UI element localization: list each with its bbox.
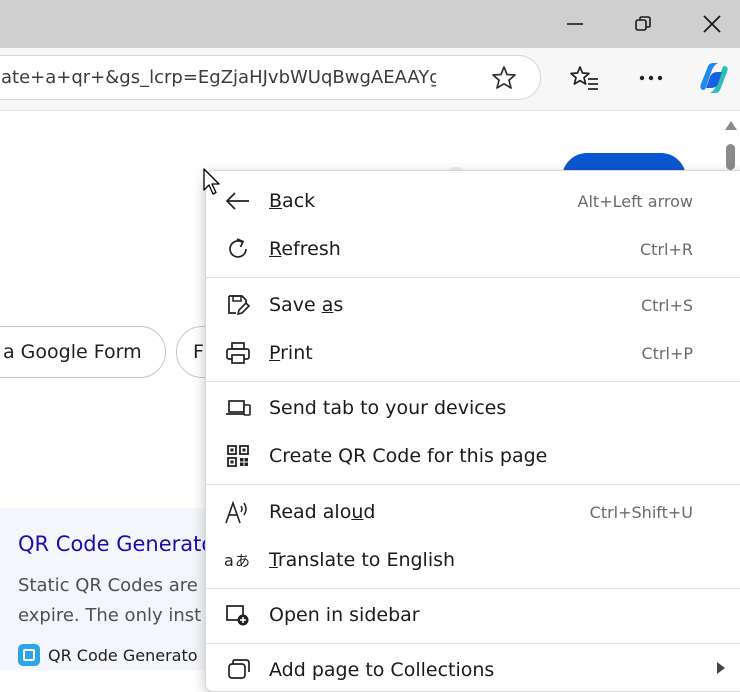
menu-item-translate[interactable]: aあ Translate to English — [206, 538, 740, 582]
result-snippet: Static QR Codes are expire. The only ins… — [18, 571, 218, 631]
menu-item-save-as[interactable]: Save as Ctrl+S — [206, 283, 740, 327]
menu-item-label: Create QR Code for this page — [269, 445, 548, 467]
menu-item-add-to-collections[interactable]: Add page to Collections — [206, 648, 740, 692]
result-snippet-line: Static QR Codes are — [18, 575, 198, 596]
url-text[interactable]: ate+a+qr+&gs_lcrp=EgZjaHJvbWUqBwgAEAAYg.… — [1, 67, 436, 89]
star-icon — [492, 66, 516, 89]
menu-item-label: Open in sidebar — [269, 604, 420, 626]
menu-item-shortcut: Ctrl+R — [640, 240, 693, 259]
result-title-link[interactable]: QR Code Generato — [18, 532, 214, 556]
settings-and-more-button[interactable] — [631, 58, 671, 98]
menu-separator — [206, 381, 740, 382]
copilot-icon — [700, 63, 728, 93]
add-favorite-button[interactable] — [491, 65, 517, 91]
result-site[interactable]: QR Code Generato — [18, 644, 198, 666]
menu-item-send-tab[interactable]: Send tab to your devices — [206, 386, 740, 430]
menu-item-label: Refresh — [269, 238, 341, 260]
back-arrow-icon — [224, 188, 252, 214]
qr-code-icon — [224, 443, 252, 469]
menu-item-read-aloud[interactable]: Read aloud Ctrl+Shift+U — [206, 490, 740, 534]
menu-item-label: Send tab to your devices — [269, 397, 507, 419]
save-as-icon — [224, 292, 252, 318]
menu-item-create-qr-code[interactable]: Create QR Code for this page — [206, 434, 740, 478]
menu-item-label: Translate to English — [269, 549, 456, 571]
menu-separator — [206, 643, 740, 644]
suggestion-chip-label: a Google Form — [3, 341, 142, 363]
menu-item-shortcut: Alt+Left arrow — [577, 192, 693, 211]
copilot-button[interactable] — [694, 58, 734, 98]
suggestion-chip-label: F — [193, 341, 204, 363]
favorites-button[interactable] — [565, 58, 605, 98]
scroll-up-arrow-icon[interactable] — [725, 121, 737, 130]
menu-item-label: Save as — [269, 294, 344, 316]
more-icon — [639, 75, 663, 81]
menu-item-refresh[interactable]: Refresh Ctrl+R — [206, 227, 740, 271]
menu-item-open-in-sidebar[interactable]: Open in sidebar — [206, 593, 740, 637]
menu-item-shortcut: Ctrl+S — [640, 296, 693, 315]
printer-icon — [224, 340, 252, 366]
title-bar — [0, 0, 740, 48]
result-site-name: QR Code Generato — [48, 645, 198, 665]
read-aloud-icon — [224, 499, 252, 525]
favorites-list-icon — [570, 66, 598, 90]
menu-separator — [206, 588, 740, 589]
open-in-sidebar-icon — [224, 602, 252, 628]
menu-separator — [206, 484, 740, 485]
svg-text:a: a — [224, 551, 234, 570]
mouse-cursor-icon — [203, 168, 220, 195]
restore-button[interactable] — [620, 0, 666, 48]
restore-icon — [635, 16, 651, 31]
collections-icon — [224, 657, 252, 683]
translate-icon: aあ — [224, 547, 252, 573]
result-snippet-line: expire. The only inst — [18, 605, 202, 626]
menu-item-shortcut: Ctrl+P — [641, 344, 693, 363]
svg-text:あ: あ — [235, 552, 250, 570]
suggestion-chip[interactable]: a Google Form — [0, 326, 166, 378]
site-favicon-icon — [18, 644, 40, 666]
menu-item-label: Back — [269, 190, 316, 212]
close-icon — [703, 15, 721, 33]
menu-item-print[interactable]: Print Ctrl+P — [206, 331, 740, 375]
menu-item-label: Read aloud — [269, 501, 376, 523]
close-window-button[interactable] — [689, 0, 735, 48]
send-to-devices-icon — [224, 395, 252, 421]
minimize-button[interactable] — [552, 0, 598, 48]
refresh-icon — [224, 236, 252, 262]
context-menu: Back Alt+Left arrow Refresh Ctrl+R Save … — [205, 170, 740, 692]
browser-toolbar: ate+a+qr+&gs_lcrp=EgZjaHJvbWUqBwgAEAAYg.… — [0, 48, 740, 111]
minimize-icon — [567, 23, 583, 25]
menu-separator — [206, 277, 740, 278]
menu-item-label: Print — [269, 342, 313, 364]
address-bar[interactable]: ate+a+qr+&gs_lcrp=EgZjaHJvbWUqBwgAEAAYg.… — [0, 55, 541, 100]
menu-item-label: Add page to Collections — [269, 659, 495, 681]
menu-item-back[interactable]: Back Alt+Left arrow — [206, 179, 740, 223]
menu-item-shortcut: Ctrl+Shift+U — [589, 503, 693, 522]
scroll-thumb[interactable] — [726, 144, 735, 170]
